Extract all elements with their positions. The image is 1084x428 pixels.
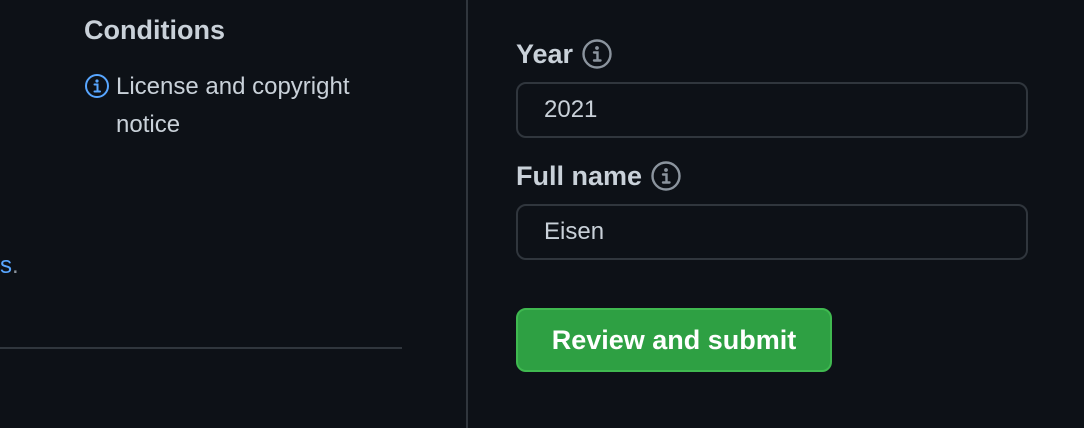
condition-item-license-notice: License and copyright notice — [84, 68, 384, 144]
license-editor-page: Conditions License and copyright notice … — [0, 0, 1084, 428]
full-name-input[interactable] — [516, 204, 1028, 260]
full-name-label: Full name — [516, 158, 1028, 194]
link-text[interactable]: s — [0, 252, 12, 279]
full-name-label-text: Full name — [516, 161, 643, 191]
conditions-pane: Conditions License and copyright notice … — [0, 0, 466, 428]
section-divider — [0, 347, 402, 349]
pane-divider — [466, 0, 468, 428]
license-form: Year Full name — [516, 36, 1028, 260]
info-icon[interactable] — [650, 160, 682, 192]
learn-more-link[interactable]: s. — [0, 250, 19, 282]
review-and-submit-button[interactable]: Review and submit — [516, 308, 832, 372]
info-icon[interactable] — [581, 38, 613, 70]
full-name-field-group: Full name — [516, 158, 1028, 260]
year-label-text: Year — [516, 39, 574, 69]
condition-label: License and copyright notice — [116, 73, 350, 138]
year-field-group: Year — [516, 36, 1028, 138]
info-icon — [85, 74, 109, 98]
year-label: Year — [516, 36, 1028, 72]
year-input[interactable] — [516, 82, 1028, 138]
link-period: . — [12, 252, 19, 279]
conditions-heading: Conditions — [84, 15, 225, 45]
